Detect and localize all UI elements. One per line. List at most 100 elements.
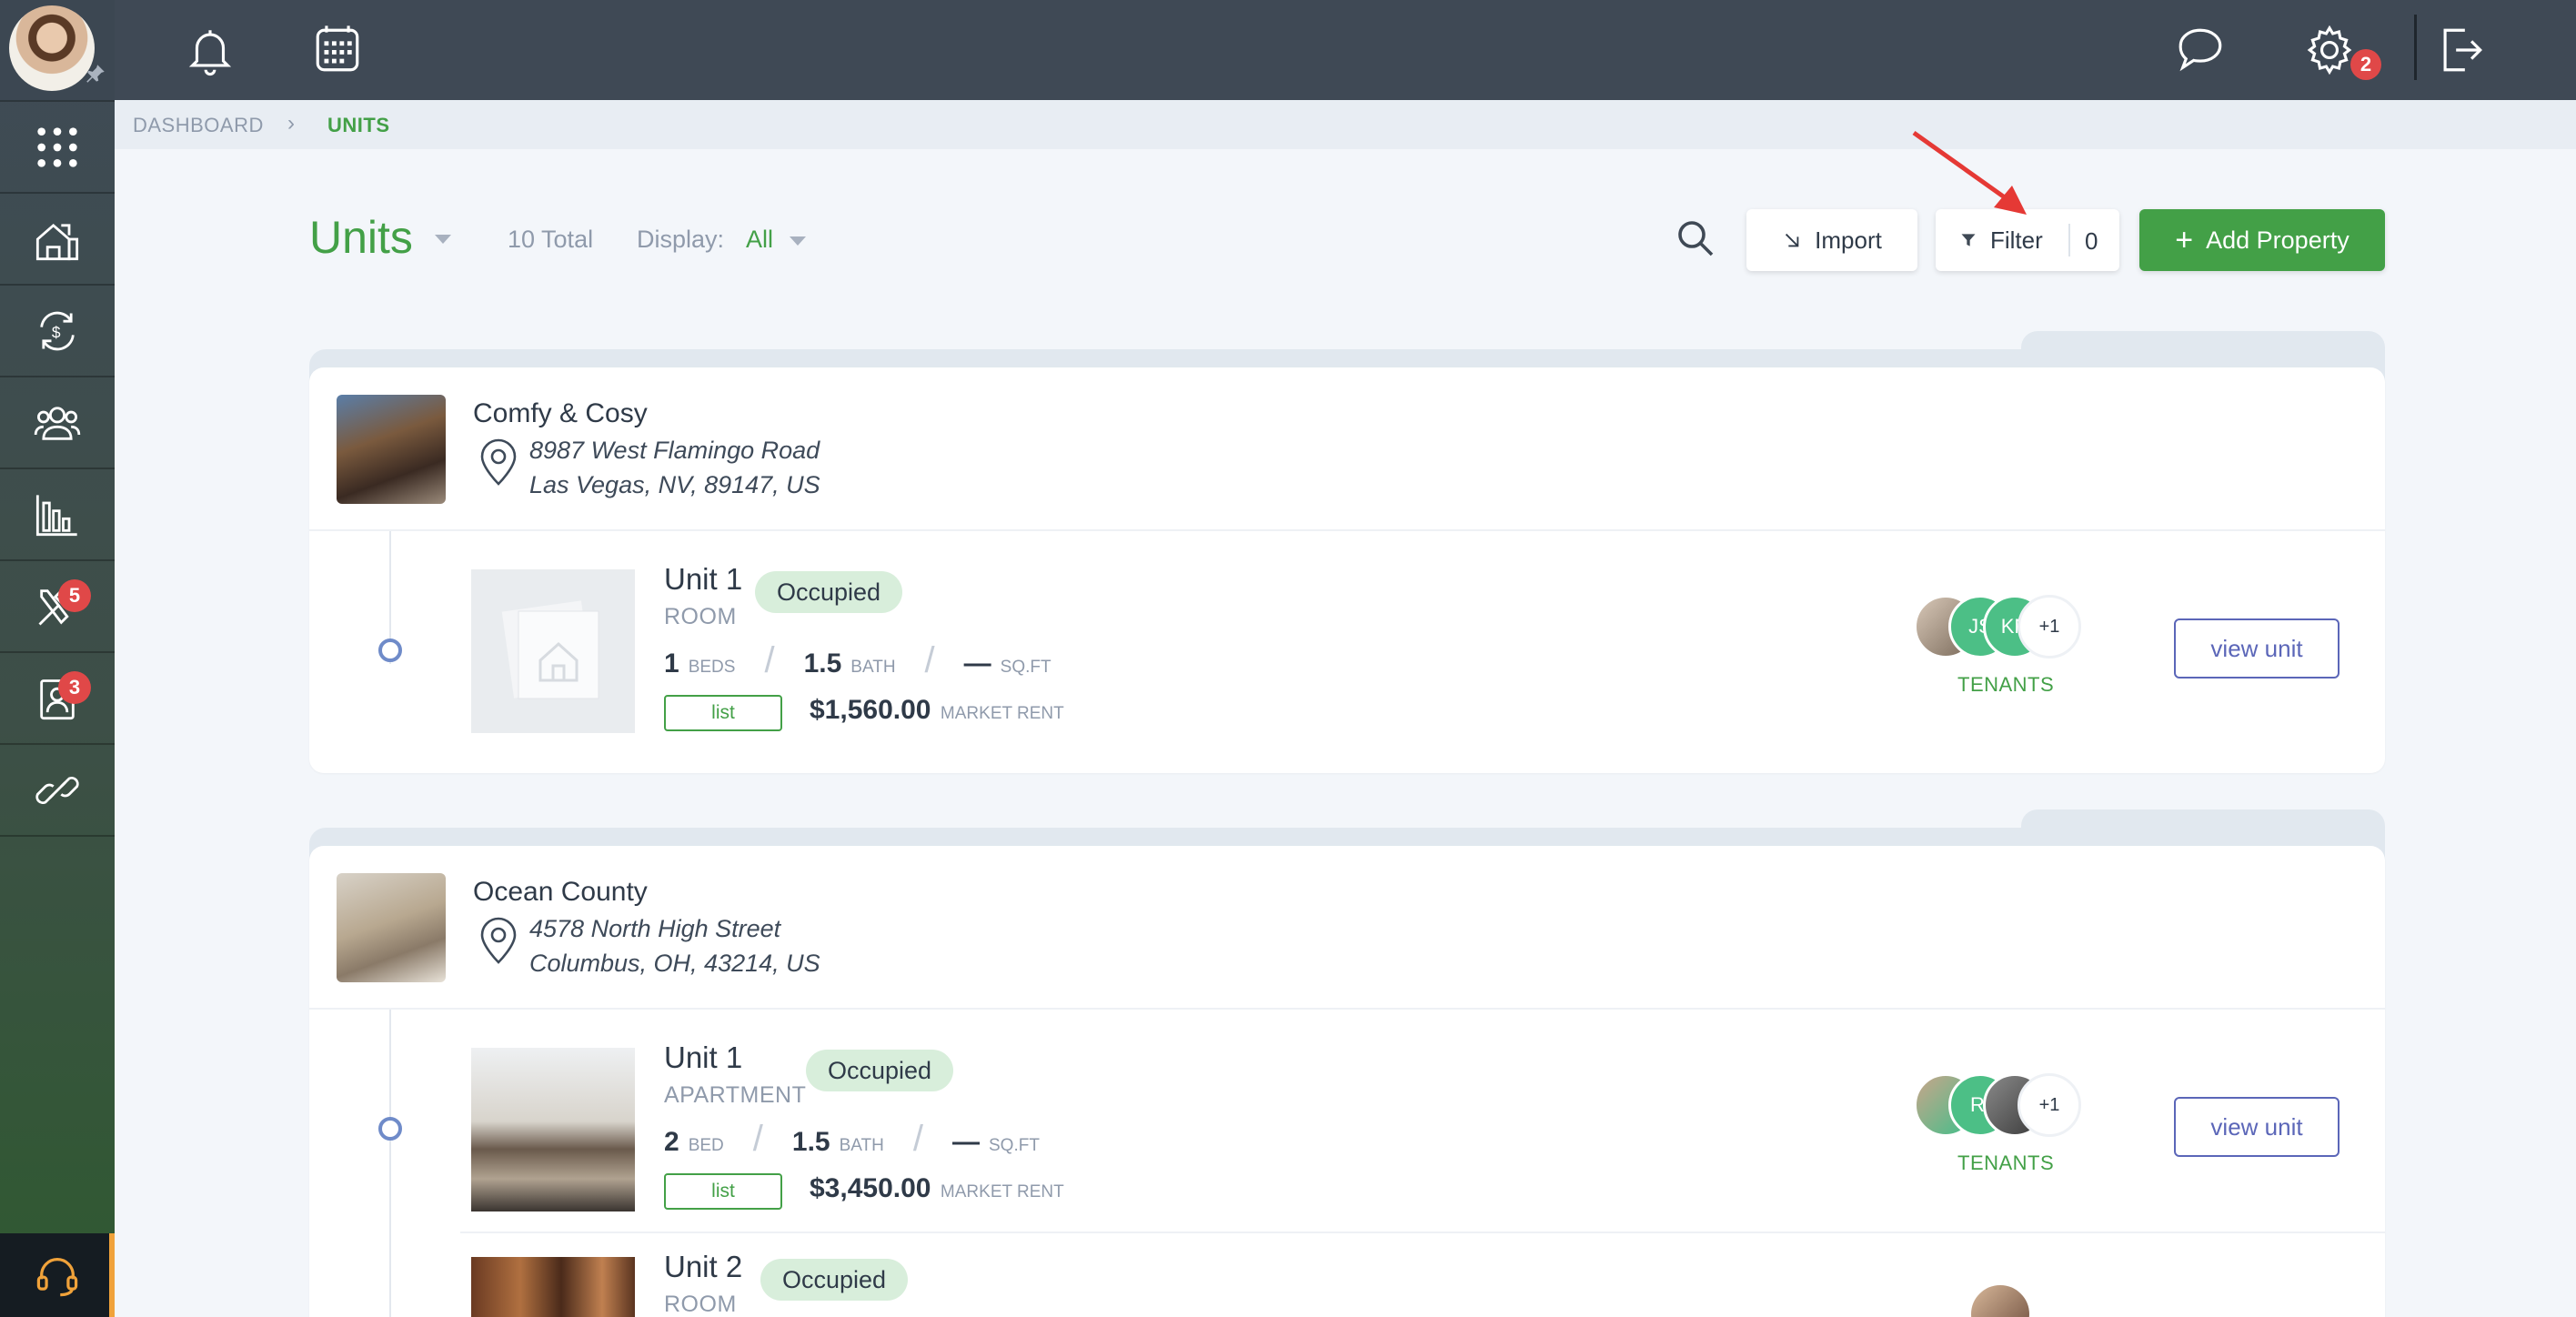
annotation-arrow-icon [1912,130,2027,215]
add-property-button[interactable]: + Add Property [2139,209,2385,271]
user-avatar[interactable] [0,0,115,100]
tenants-more[interactable]: +1 [2018,595,2081,658]
spec-separator: / [752,1119,763,1159]
logout-button[interactable] [2429,18,2492,82]
search-icon[interactable] [1674,216,1717,260]
beds-label: BED [688,1136,724,1155]
bell-icon [188,30,232,76]
units-total: 10 Total [508,226,594,253]
topbar-divider [2414,15,2417,80]
view-unit-button[interactable]: view unit [2174,618,2340,679]
rent-label: MARKET RENT [940,704,1064,723]
breadcrumb-dashboard[interactable]: DASHBOARD [133,114,264,137]
page-title[interactable]: Units [309,211,413,264]
properties-icon [35,223,79,260]
status-badge: Occupied [760,1259,909,1301]
settings-button[interactable] [2298,18,2361,82]
timeline-line [389,1010,391,1317]
tenant-avatar[interactable] [1968,1282,2032,1317]
property-photo[interactable] [337,873,446,982]
status-badge: Occupied [755,571,903,613]
filter-divider [2068,224,2070,256]
card-divider [309,529,2385,531]
support-button[interactable] [0,1233,115,1317]
view-unit-button[interactable]: view unit [2174,1097,2340,1157]
property-address-line2: Las Vegas, NV, 89147, US [529,471,820,498]
sidebar-item-apps[interactable] [0,100,115,192]
pin-icon[interactable] [84,62,107,85]
unit-photo[interactable] [471,1048,635,1211]
property-address-line1: 4578 North High Street [529,915,781,942]
breadcrumb-units: UNITS [327,114,390,136]
svg-text:$: $ [52,323,61,341]
spec-separator: / [912,1119,923,1159]
calendar-button[interactable] [306,18,369,82]
sqft-label: SQ.FT [989,1136,1040,1155]
tenants-more[interactable]: +1 [2018,1073,2081,1137]
import-button[interactable]: Import [1746,209,1917,271]
display-select[interactable]: All [746,226,773,254]
reports-chart-icon [35,494,77,536]
breadcrumb: DASHBOARD › UNITS [115,100,2576,149]
unit-photo[interactable] [471,1257,635,1317]
unit-name[interactable]: Unit 1 [664,562,742,597]
tenants-avatars[interactable]: JS KN +1 [1914,595,2096,660]
status-badge: Occupied [806,1050,954,1091]
top-bar: 2 [115,0,2576,100]
sidebar-item-payments[interactable]: $ [0,284,115,376]
list-button[interactable]: list [664,695,782,731]
unit-timeline-dot [378,1117,402,1141]
unit-name[interactable]: Unit 1 [664,1041,742,1075]
notifications-button[interactable] [178,18,242,82]
messages-button[interactable] [2168,18,2232,82]
card-divider [309,1008,2385,1010]
applications-badge: 3 [58,671,91,704]
people-icon [34,406,81,440]
sidebar-item-maintenance[interactable]: 5 [0,559,115,651]
property-name[interactable]: Ocean County [473,877,648,908]
rent-label: MARKET RENT [940,1182,1064,1201]
list-button[interactable]: list [664,1173,782,1210]
sidebar-item-reports[interactable] [0,467,115,559]
rent-amount: $3,450.00 [810,1173,931,1203]
filter-label: Filter [1990,226,2043,254]
market-rent: $1,560.00 MARKET RENT [810,695,1064,726]
unit-timeline-dot [378,638,402,662]
avatar-image [9,5,95,91]
property-name[interactable]: Comfy & Cosy [473,398,648,429]
market-rent: $3,450.00 MARKET RENT [810,1173,1064,1204]
location-pin-icon [480,438,517,486]
beds-label: BEDS [688,658,736,677]
sqft-label: SQ.FT [1000,658,1052,677]
sidebar: $ 5 3 [0,0,115,1317]
chevron-down-icon[interactable] [435,235,451,244]
unit-specs: 2 BED / 1.5 BATH / — SQ.FT [664,1119,1040,1160]
rent-amount: $1,560.00 [810,695,931,725]
chevron-down-icon[interactable] [790,236,806,246]
filter-funnel-icon [1961,234,1976,246]
unit-specs: 1 BEDS / 1.5 BATH / — SQ.FT [664,640,1052,681]
tenants-avatars[interactable]: RI +1 [1914,1073,2096,1139]
unit-type: ROOM [664,1292,737,1317]
property-photo[interactable] [337,395,446,504]
import-arrow-icon [1786,233,1799,247]
unit-name[interactable]: Unit 2 [664,1250,742,1284]
bath-value: 1.5 [803,648,842,679]
sidebar-item-people[interactable] [0,376,115,467]
filter-count: 0 [2085,227,2098,255]
calendar-icon [316,25,359,72]
property-card: Comfy & Cosy 8987 West Flamingo Road Las… [309,367,2385,773]
plus-icon: + [2175,223,2194,257]
sidebar-item-links[interactable] [0,743,115,835]
property-address-line2: Columbus, OH, 43214, US [529,950,820,977]
unit-placeholder-image[interactable] [471,569,635,733]
gear-icon [2307,25,2352,75]
payments-icon: $ [40,311,75,350]
sidebar-item-properties[interactable] [0,192,115,284]
bath-label: BATH [839,1136,884,1155]
sqft-value: — [952,1127,980,1157]
tenants-label: TENANTS [1957,1151,2055,1174]
chat-icon [2179,28,2222,72]
sidebar-item-applications[interactable]: 3 [0,651,115,743]
chevron-right-icon: › [287,111,295,136]
